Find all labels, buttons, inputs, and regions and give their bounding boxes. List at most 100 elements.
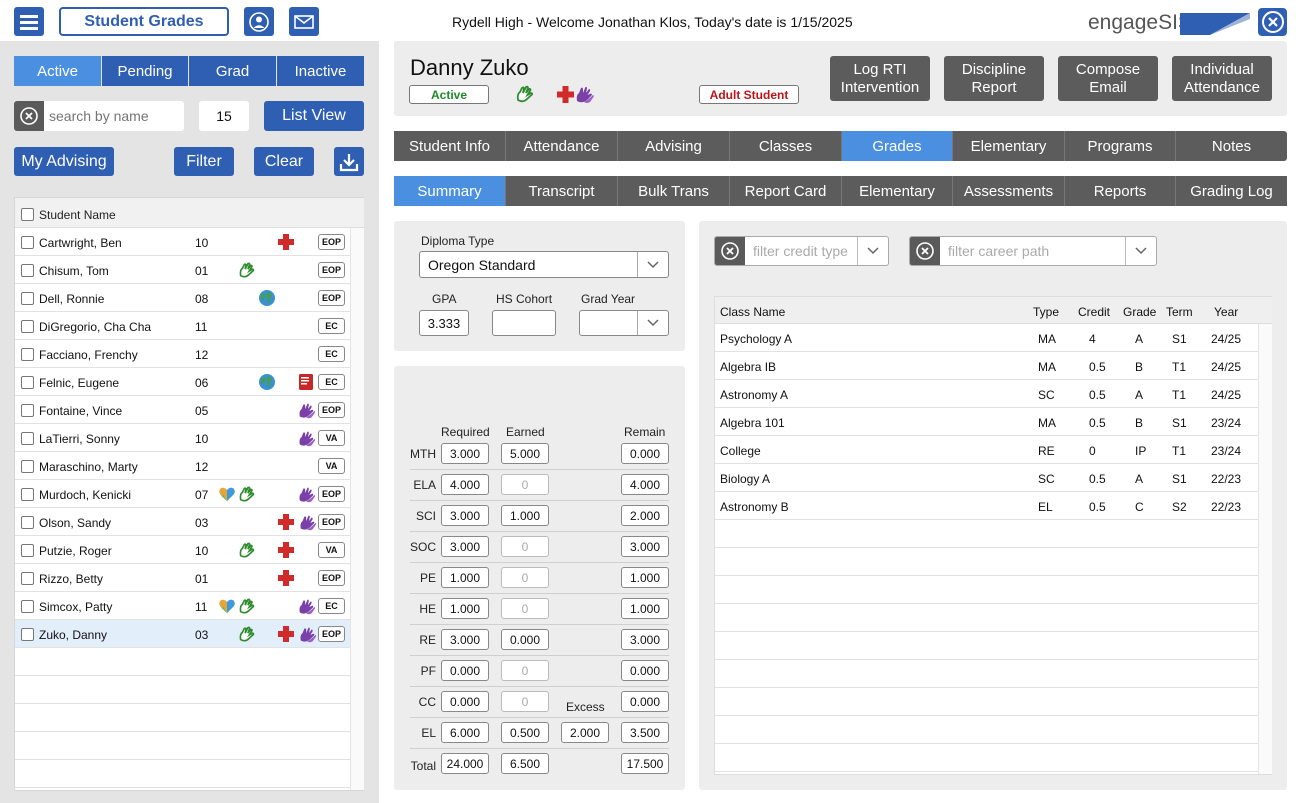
- col-credit[interactable]: Credit: [1078, 305, 1110, 319]
- earned-credits-field[interactable]: 0: [501, 691, 549, 712]
- email-button[interactable]: [289, 7, 319, 36]
- tab-notes[interactable]: Notes: [1176, 131, 1287, 161]
- col-class-name[interactable]: Class Name: [720, 305, 785, 319]
- row-checkbox[interactable]: [21, 404, 34, 417]
- row-checkbox[interactable]: [21, 628, 34, 641]
- student-row[interactable]: LaTierri, Sonny 10 VA: [15, 424, 350, 452]
- remaining-credits-field[interactable]: 0.000: [621, 691, 669, 712]
- class-row[interactable]: Astronomy B EL 0.5 C S2 22/23: [715, 492, 1258, 520]
- career-path-filter[interactable]: filter career path: [909, 236, 1157, 266]
- tab-attendance[interactable]: Attendance: [506, 131, 618, 161]
- subtab-summary[interactable]: Summary: [394, 176, 506, 206]
- remaining-credits-field[interactable]: 17.500: [621, 753, 669, 774]
- tab-elementary[interactable]: Elementary: [953, 131, 1065, 161]
- required-credits-field[interactable]: 0.000: [441, 691, 489, 712]
- classes-scrollbar[interactable]: [1258, 324, 1272, 774]
- remaining-credits-field[interactable]: 3.000: [621, 629, 669, 650]
- tab-advising[interactable]: Advising: [618, 131, 730, 161]
- col-year[interactable]: Year: [1214, 305, 1238, 319]
- required-credits-field[interactable]: 3.000: [441, 505, 489, 526]
- row-checkbox[interactable]: [21, 236, 34, 249]
- col-grade[interactable]: Grade: [1123, 305, 1156, 319]
- row-checkbox[interactable]: [21, 376, 34, 389]
- tab-programs[interactable]: Programs: [1065, 131, 1176, 161]
- earned-credits-field[interactable]: 0: [501, 567, 549, 588]
- tab-grad[interactable]: Grad: [189, 56, 276, 86]
- student-row[interactable]: Rizzo, Betty 01 EOP: [15, 564, 350, 592]
- my-advising-button[interactable]: My Advising: [14, 147, 114, 176]
- col-type[interactable]: Type: [1033, 305, 1059, 319]
- tab-pending[interactable]: Pending: [102, 56, 188, 86]
- row-checkbox[interactable]: [21, 264, 34, 277]
- required-credits-field[interactable]: 24.000: [441, 753, 489, 774]
- tab-student-info[interactable]: Student Info: [394, 131, 506, 161]
- required-credits-field[interactable]: 4.000: [441, 474, 489, 495]
- subtab-reports[interactable]: Reports: [1065, 176, 1176, 206]
- remaining-credits-field[interactable]: 4.000: [621, 474, 669, 495]
- clear-credit-filter-button[interactable]: [715, 237, 745, 265]
- earned-credits-field[interactable]: 0: [501, 598, 549, 619]
- gpa-field[interactable]: 3.333: [419, 310, 469, 336]
- required-credits-field[interactable]: 1.000: [441, 598, 489, 619]
- earned-credits-field[interactable]: 5.000: [501, 443, 549, 464]
- row-checkbox[interactable]: [21, 348, 34, 361]
- clear-career-filter-button[interactable]: [910, 237, 940, 265]
- discipline-report-button[interactable]: Discipline Report: [944, 56, 1044, 101]
- row-checkbox[interactable]: [21, 432, 34, 445]
- required-credits-field[interactable]: 6.000: [441, 722, 489, 743]
- remaining-credits-field[interactable]: 2.000: [621, 505, 669, 526]
- student-row[interactable]: Facciano, Frenchy 12 EC: [15, 340, 350, 368]
- search-input[interactable]: [49, 108, 179, 124]
- tab-classes[interactable]: Classes: [730, 131, 842, 161]
- remaining-credits-field[interactable]: 3.000: [621, 536, 669, 557]
- tab-active[interactable]: Active: [14, 56, 101, 86]
- row-checkbox[interactable]: [21, 292, 34, 305]
- student-row[interactable]: Chisum, Tom 01 EOP: [15, 256, 350, 284]
- class-row[interactable]: Astronomy A SC 0.5 A T1 24/25: [715, 380, 1258, 408]
- student-row[interactable]: Fontaine, Vince 05 EOP: [15, 396, 350, 424]
- earned-credits-field[interactable]: 0.500: [501, 722, 549, 743]
- subtab-assessments[interactable]: Assessments: [953, 176, 1065, 206]
- class-row[interactable]: Psychology A MA 4 A S1 24/25: [715, 324, 1258, 352]
- student-row[interactable]: Zuko, Danny 03 EOP: [15, 620, 350, 648]
- grad-year-select[interactable]: [579, 310, 669, 336]
- class-row[interactable]: Algebra IB MA 0.5 B T1 24/25: [715, 352, 1258, 380]
- subtab-bulk-trans[interactable]: Bulk Trans: [618, 176, 730, 206]
- row-checkbox[interactable]: [21, 320, 34, 333]
- tab-inactive[interactable]: Inactive: [277, 56, 364, 86]
- excess-value[interactable]: 2.000: [561, 722, 609, 743]
- list-scrollbar[interactable]: [350, 228, 364, 790]
- row-checkbox[interactable]: [21, 572, 34, 585]
- remaining-credits-field[interactable]: 1.000: [621, 598, 669, 619]
- log-rti-intervention-button[interactable]: Log RTI Intervention: [830, 56, 930, 101]
- list-view-button[interactable]: List View: [264, 101, 364, 131]
- required-credits-field[interactable]: 3.000: [441, 629, 489, 650]
- individual-attendance-button[interactable]: Individual Attendance: [1172, 56, 1272, 101]
- remaining-credits-field[interactable]: 1.000: [621, 567, 669, 588]
- class-row[interactable]: College RE 0 IP T1 23/24: [715, 436, 1258, 464]
- clear-search-button[interactable]: [14, 101, 44, 131]
- student-row[interactable]: Felnic, Eugene 06 EC: [15, 368, 350, 396]
- student-row[interactable]: Putzie, Roger 10 VA: [15, 536, 350, 564]
- class-row[interactable]: Biology A SC 0.5 A S1 22/23: [715, 464, 1258, 492]
- tab-grades[interactable]: Grades: [842, 131, 953, 161]
- select-all-checkbox[interactable]: [21, 208, 34, 221]
- hs-cohort-field[interactable]: [492, 310, 556, 336]
- page-size-field[interactable]: 15: [199, 101, 249, 131]
- earned-credits-field[interactable]: 0: [501, 660, 549, 681]
- remaining-credits-field[interactable]: 0.000: [621, 443, 669, 464]
- subtab-transcript[interactable]: Transcript: [506, 176, 618, 206]
- remaining-credits-field[interactable]: 0.000: [621, 660, 669, 681]
- filter-button[interactable]: Filter: [174, 147, 234, 176]
- page-title-button[interactable]: Student Grades: [59, 7, 229, 36]
- earned-credits-field[interactable]: 6.500: [501, 753, 549, 774]
- subtab-report-card[interactable]: Report Card: [730, 176, 842, 206]
- row-checkbox[interactable]: [21, 488, 34, 501]
- row-checkbox[interactable]: [21, 460, 34, 473]
- diploma-type-select[interactable]: Oregon Standard: [419, 251, 669, 278]
- student-row[interactable]: Cartwright, Ben 10 EOP: [15, 228, 350, 256]
- earned-credits-field[interactable]: 1.000: [501, 505, 549, 526]
- remaining-credits-field[interactable]: 3.500: [621, 722, 669, 743]
- row-checkbox[interactable]: [21, 544, 34, 557]
- credit-type-filter[interactable]: filter credit type: [714, 236, 889, 266]
